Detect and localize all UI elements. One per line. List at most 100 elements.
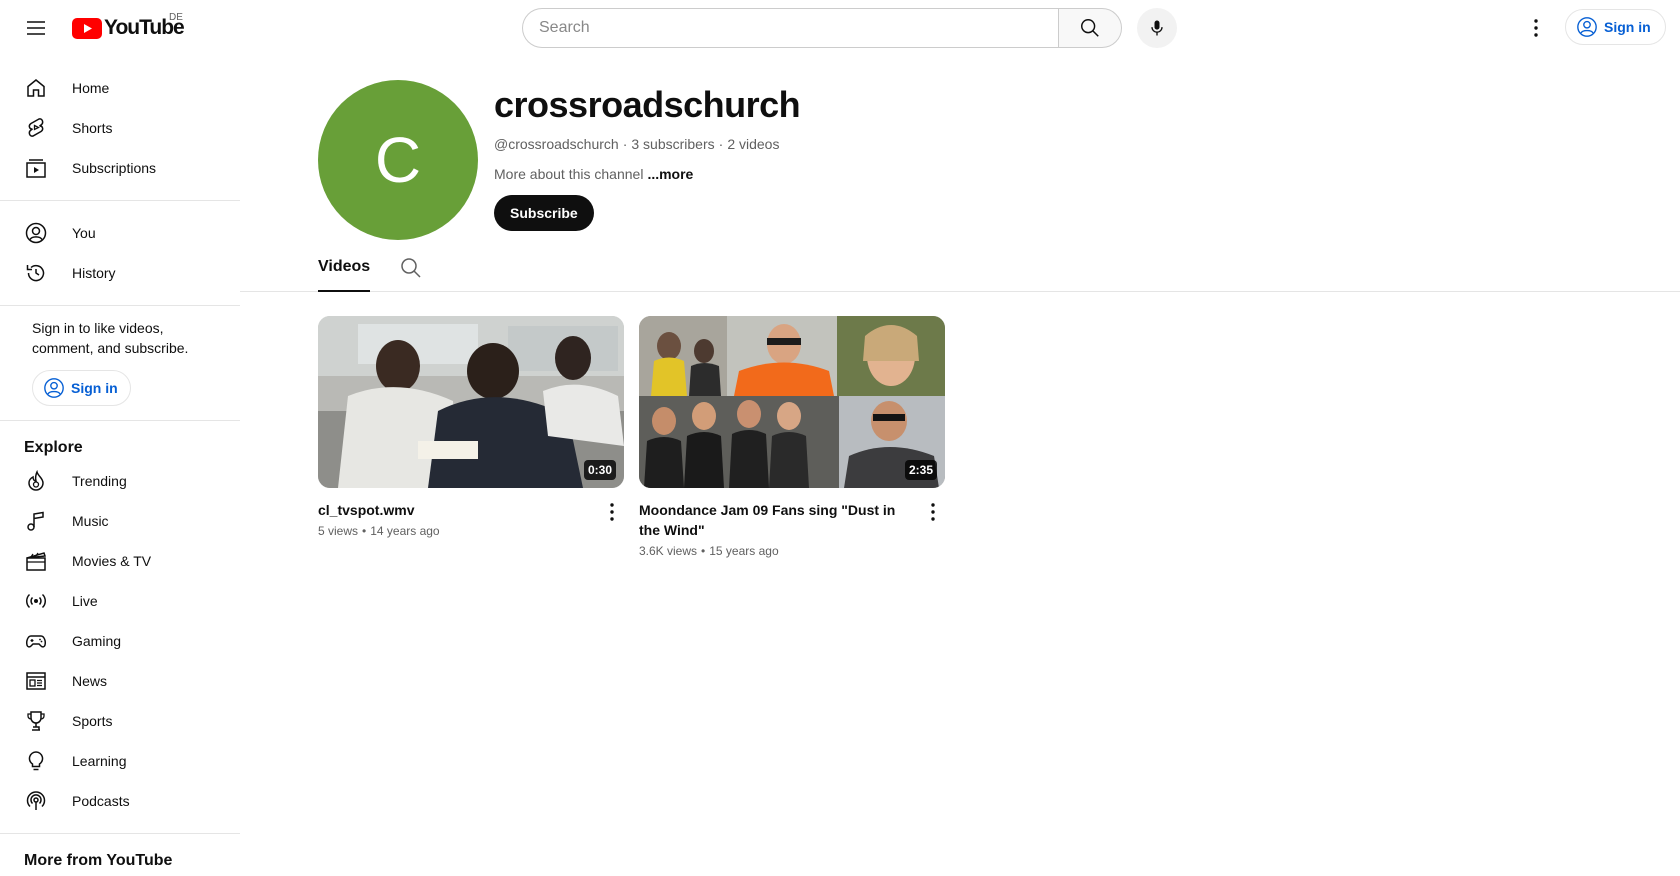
- search-box: [522, 8, 1122, 48]
- sidebar-item-movies[interactable]: Movies & TV: [0, 541, 240, 581]
- guide-menu-button[interactable]: [20, 12, 52, 44]
- news-icon: [24, 669, 48, 693]
- shorts-icon: [24, 116, 48, 140]
- sidebar-item-label: Live: [72, 593, 98, 609]
- tab-videos[interactable]: Videos: [318, 250, 371, 292]
- account-circle-icon: [1577, 17, 1597, 37]
- search-icon: [1081, 19, 1099, 37]
- channel-tabs: Videos: [240, 250, 1680, 292]
- video-duration: 2:35: [904, 460, 937, 480]
- video-meta: 5 views • 14 years ago: [318, 524, 624, 538]
- country-code: DE: [169, 12, 183, 23]
- sidebar-item-trending[interactable]: Trending: [0, 461, 240, 501]
- sidebar-signin-prompt: Sign in to like videos, comment, and sub…: [32, 320, 189, 356]
- subscribe-button[interactable]: Subscribe: [494, 195, 594, 231]
- sidebar-divider: [0, 305, 240, 306]
- about-text: More about this channel: [494, 166, 644, 182]
- search-input[interactable]: [522, 8, 1058, 48]
- meta-dot: •: [701, 544, 706, 558]
- history-icon: [24, 261, 48, 285]
- sidebar-item-label: Learning: [72, 753, 127, 769]
- more-vert-icon: [610, 503, 614, 521]
- podcasts-icon: [24, 789, 48, 813]
- sidebar-item-live[interactable]: Live: [0, 581, 240, 621]
- sidebar-item-sports[interactable]: Sports: [0, 701, 240, 741]
- video-card: 2:35 Moondance Jam 09 Fans sing "Dust in…: [639, 316, 945, 558]
- sign-in-button[interactable]: Sign in: [1565, 9, 1666, 45]
- you-icon: [24, 221, 48, 245]
- video-title[interactable]: Moondance Jam 09 Fans sing "Dust in the …: [639, 500, 945, 540]
- upload-age: 14 years ago: [370, 524, 440, 538]
- youtube-play-icon: [72, 17, 102, 39]
- home-icon: [24, 76, 48, 100]
- sidebar-item-history[interactable]: History: [0, 253, 240, 293]
- video-action-menu-button[interactable]: [921, 500, 945, 524]
- meta-dot: •: [362, 524, 367, 538]
- video-title[interactable]: cl_tvspot.wmv: [318, 500, 624, 520]
- about-more-link[interactable]: ...more: [647, 166, 693, 182]
- guide-sidebar: Home Shorts Subscriptions You History Si…: [0, 56, 240, 876]
- search-button[interactable]: [1058, 8, 1122, 48]
- channel-handle: @crossroadschurch: [494, 136, 619, 152]
- sidebar-divider: [0, 200, 240, 201]
- sidebar-item-label: Shorts: [72, 120, 113, 136]
- sidebar-item-subscriptions[interactable]: Subscriptions: [0, 148, 240, 188]
- sign-in-label: Sign in: [71, 380, 118, 396]
- more-from-youtube-heading: More from YouTube: [24, 852, 173, 869]
- video-count: 2 videos: [727, 136, 780, 152]
- sidebar-item-gaming[interactable]: Gaming: [0, 621, 240, 661]
- sidebar-item-label: You: [72, 225, 96, 241]
- video-action-menu-button[interactable]: [600, 500, 624, 524]
- subscriber-count: 3 subscribers: [631, 136, 715, 152]
- video-thumbnail[interactable]: 2:35: [639, 316, 945, 488]
- sidebar-item-label: Home: [72, 80, 110, 96]
- sidebar-item-news[interactable]: News: [0, 661, 240, 701]
- settings-more-button[interactable]: [1520, 12, 1552, 44]
- sidebar-item-label: Movies & TV: [72, 553, 152, 569]
- video-thumbnail-image: [318, 316, 624, 488]
- sidebar-item-label: Subscriptions: [72, 160, 157, 176]
- learning-icon: [24, 749, 48, 773]
- sidebar-item-label: Trending: [72, 473, 127, 489]
- sidebar-item-label: Music: [72, 513, 109, 529]
- sidebar-divider: [0, 420, 240, 421]
- sidebar-item-label: Podcasts: [72, 793, 130, 809]
- channel-about[interactable]: More about this channel ...more: [494, 166, 693, 182]
- account-circle-icon: [44, 378, 64, 398]
- sidebar-item-label: Sports: [72, 713, 113, 729]
- masthead: YouTube DE Sign in: [0, 0, 1680, 56]
- sidebar-item-you[interactable]: You: [0, 213, 240, 253]
- music-icon: [24, 509, 48, 533]
- search-icon: [401, 258, 421, 278]
- video-duration: 0:30: [583, 460, 616, 480]
- more-vert-icon: [1534, 19, 1538, 37]
- sidebar-item-music[interactable]: Music: [0, 501, 240, 541]
- sports-icon: [24, 709, 48, 733]
- more-vert-icon: [931, 503, 935, 521]
- sidebar-item-home[interactable]: Home: [0, 68, 240, 108]
- voice-search-button[interactable]: [1137, 8, 1177, 48]
- sign-in-label: Sign in: [1604, 19, 1651, 35]
- youtube-logo[interactable]: YouTube: [72, 16, 185, 39]
- video-meta: 3.6K views • 15 years ago: [639, 544, 945, 558]
- hamburger-icon: [27, 21, 45, 35]
- gaming-icon: [24, 629, 48, 653]
- sidebar-item-podcasts[interactable]: Podcasts: [0, 781, 240, 821]
- video-thumbnail-image: [639, 316, 945, 488]
- meta-separator: ·: [718, 136, 724, 152]
- view-count: 3.6K views: [639, 544, 698, 558]
- sidebar-item-label: Gaming: [72, 633, 122, 649]
- channel-avatar: C: [318, 80, 478, 240]
- sidebar-item-shorts[interactable]: Shorts: [0, 108, 240, 148]
- sidebar-item-learning[interactable]: Learning: [0, 741, 240, 781]
- video-thumbnail[interactable]: 0:30: [318, 316, 624, 488]
- video-card: 0:30 cl_tvspot.wmv 5 views • 14 years ag…: [318, 316, 624, 538]
- channel-search-button[interactable]: [399, 256, 423, 280]
- channel-meta: @crossroadschurch · 3 subscribers · 2 vi…: [494, 136, 779, 152]
- live-icon: [24, 589, 48, 613]
- sidebar-sign-in-button[interactable]: Sign in: [32, 370, 131, 406]
- subscriptions-icon: [24, 156, 48, 180]
- channel-name: crossroadschurch: [494, 84, 801, 125]
- sidebar-divider: [0, 833, 240, 834]
- microphone-icon: [1151, 20, 1163, 36]
